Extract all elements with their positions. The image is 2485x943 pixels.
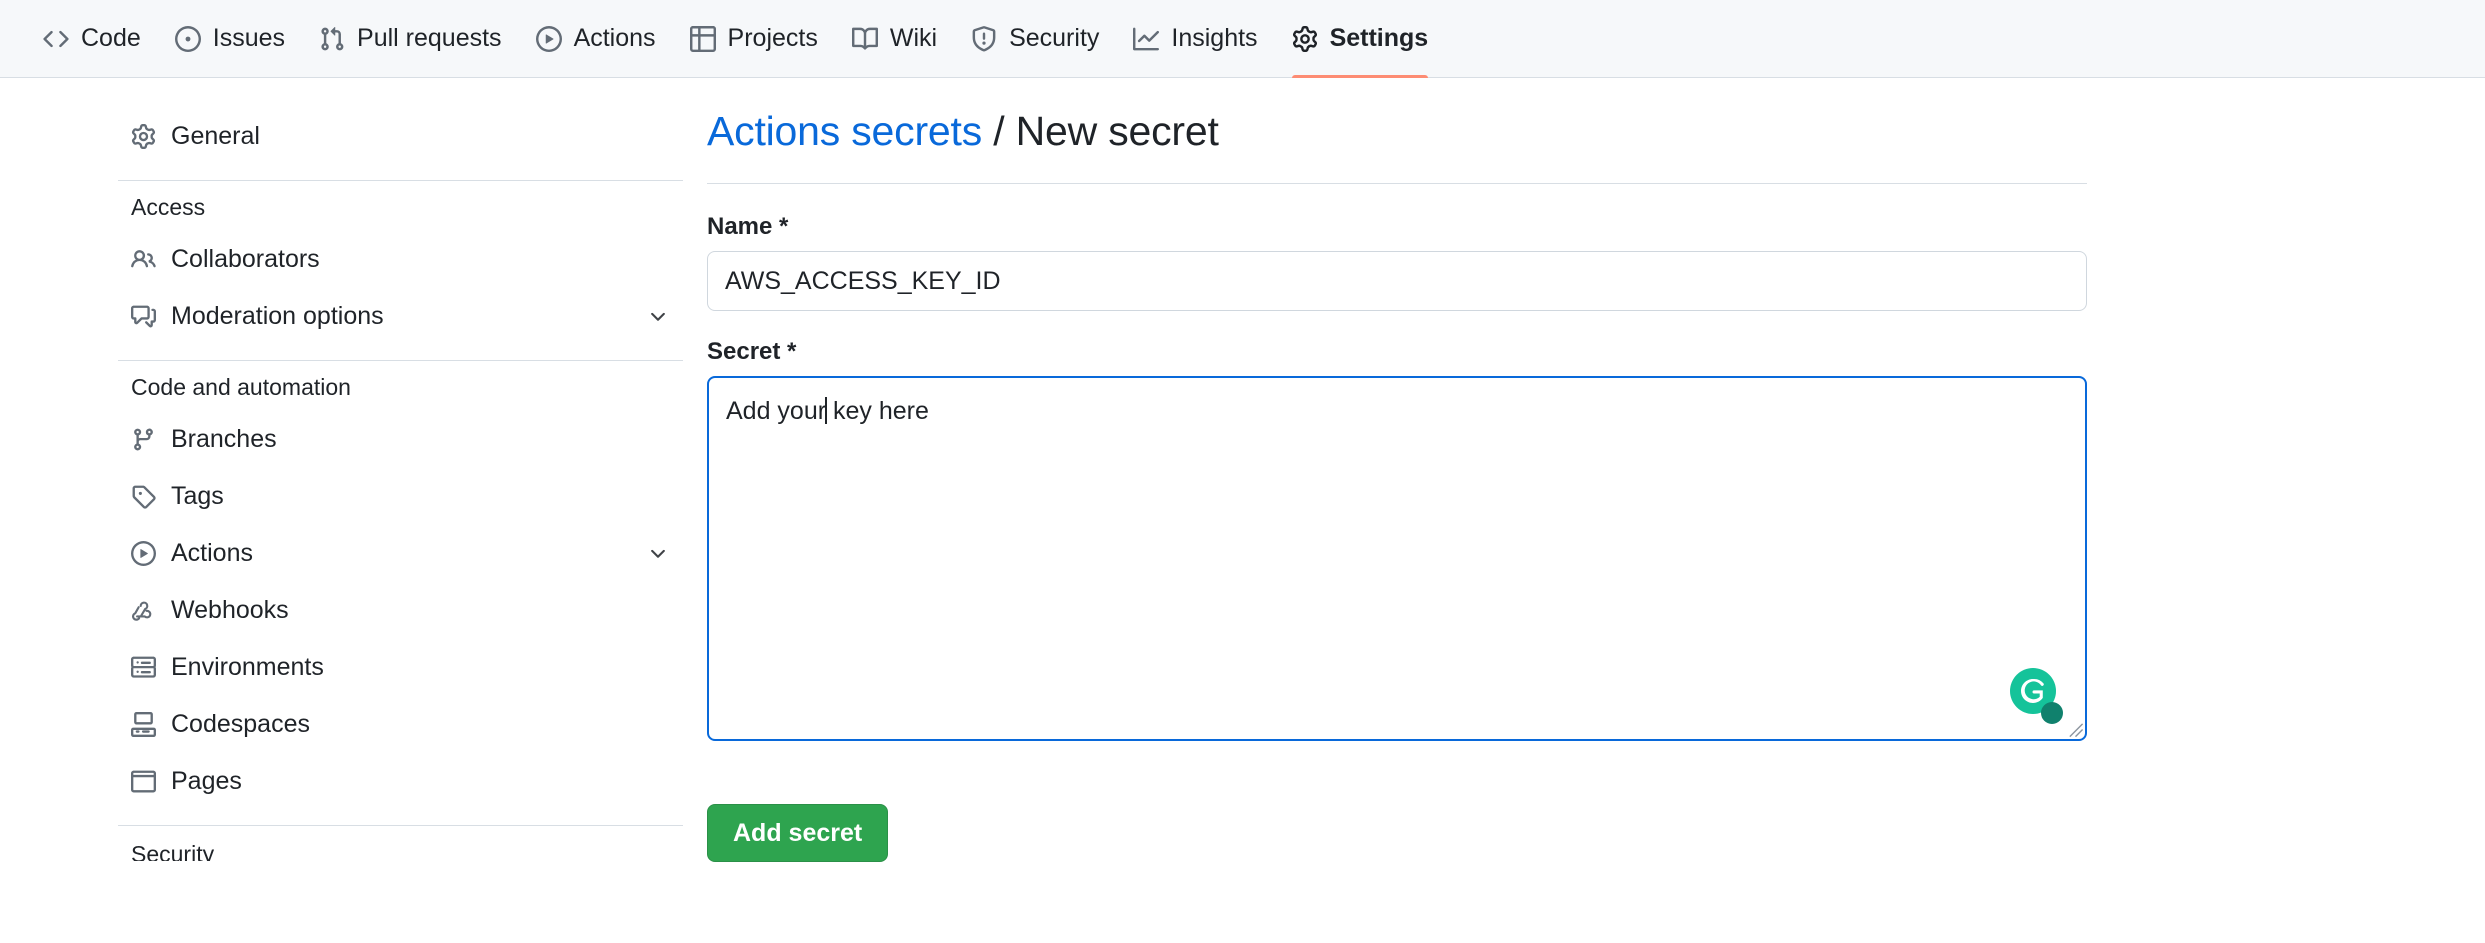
nav-tab-actions[interactable]: Actions	[519, 0, 673, 78]
chevron-down-icon[interactable]	[647, 306, 669, 328]
sidebar-divider-3	[118, 825, 683, 826]
sidebar-divider-2	[118, 360, 683, 361]
name-field-label: Name *	[707, 215, 2063, 239]
sidebar-item-label: Moderation options	[171, 304, 632, 329]
graph-icon	[1133, 26, 1159, 52]
nav-tab-pull-requests[interactable]: Pull requests	[302, 0, 519, 78]
breadcrumb-actions-secrets-link[interactable]: Actions secrets	[707, 108, 982, 154]
sidebar-item-actions[interactable]: Actions	[118, 525, 683, 582]
nav-tab-projects[interactable]: Projects	[673, 0, 835, 78]
secret-name-input[interactable]: AWS_ACCESS_KEY_ID	[707, 251, 2087, 311]
sidebar-item-webhooks[interactable]: Webhooks	[118, 582, 683, 639]
nav-tab-label: Security	[1009, 26, 1099, 51]
grammarly-status-dot[interactable]	[2041, 702, 2063, 724]
nav-tab-label: Projects	[728, 26, 818, 51]
sidebar-item-moderation-options[interactable]: Moderation options	[118, 288, 683, 345]
sidebar-item-label: Codespaces	[171, 712, 669, 737]
code-icon	[43, 26, 69, 52]
repo-nav: Code Issues Pull requests Actions Projec…	[0, 0, 2485, 78]
heading-divider	[707, 183, 2087, 184]
sidebar-group-title-cut-off: Security	[118, 841, 683, 861]
page-title: Actions secrets / New secret	[707, 108, 2063, 155]
git-branch-icon	[131, 427, 156, 452]
secret-text-after-caret: key here	[826, 397, 929, 425]
name-field-block: Name * AWS_ACCESS_KEY_ID	[707, 215, 2063, 311]
nav-tab-wiki[interactable]: Wiki	[835, 0, 954, 78]
nav-tab-security[interactable]: Security	[954, 0, 1116, 78]
comment-discussion-icon	[131, 304, 156, 329]
textarea-resize-handle[interactable]	[2067, 721, 2084, 738]
sidebar-divider-1	[118, 180, 683, 181]
breadcrumb-separator: /	[982, 108, 1016, 154]
webhook-icon	[131, 598, 156, 623]
book-icon	[852, 26, 878, 52]
sidebar-item-label: Actions	[171, 541, 632, 566]
sidebar-item-environments[interactable]: Environments	[118, 639, 683, 696]
sidebar-item-collaborators[interactable]: Collaborators	[118, 231, 683, 288]
nav-tab-label: Wiki	[890, 26, 937, 51]
nav-tab-insights[interactable]: Insights	[1116, 0, 1274, 78]
left-gutter	[0, 108, 118, 943]
nav-tab-label: Issues	[213, 26, 285, 51]
breadcrumb-current: New secret	[1016, 108, 1219, 154]
secret-value-textarea[interactable]: Add your key here	[707, 376, 2087, 741]
chevron-down-icon[interactable]	[647, 543, 669, 565]
secret-field-label: Secret *	[707, 340, 2063, 364]
settings-sidebar: General Access Collaborators Moderation …	[118, 108, 683, 943]
sidebar-item-tags[interactable]: Tags	[118, 468, 683, 525]
secret-field-block: Secret * Add your key here	[707, 340, 2063, 741]
name-required-marker: *	[772, 213, 788, 240]
sidebar-group-title-access: Access	[118, 196, 683, 219]
browser-icon	[131, 769, 156, 794]
sidebar-item-label: Branches	[171, 427, 669, 452]
sidebar-item-label: Webhooks	[171, 598, 669, 623]
codespaces-icon	[131, 712, 156, 737]
nav-tab-label: Code	[81, 26, 141, 51]
gear-icon	[131, 124, 156, 149]
sidebar-item-label: Pages	[171, 769, 669, 794]
nav-tab-label: Settings	[1330, 26, 1429, 51]
name-label-text: Name	[707, 213, 772, 240]
play-icon	[131, 541, 156, 566]
nav-tab-issues[interactable]: Issues	[158, 0, 302, 78]
nav-tab-label: Pull requests	[357, 26, 502, 51]
shield-icon	[971, 26, 997, 52]
tag-icon	[131, 484, 156, 509]
sidebar-item-label: Tags	[171, 484, 669, 509]
page-body: General Access Collaborators Moderation …	[0, 78, 2485, 943]
server-icon	[131, 655, 156, 680]
pull-request-icon	[319, 26, 345, 52]
sidebar-group-title-code-and-automation: Code and automation	[118, 376, 683, 399]
sidebar-item-label: General	[171, 124, 669, 149]
play-icon	[536, 26, 562, 52]
add-secret-button[interactable]: Add secret	[707, 804, 888, 862]
secret-required-marker: *	[780, 338, 796, 365]
sidebar-item-codespaces[interactable]: Codespaces	[118, 696, 683, 753]
secret-label-text: Secret	[707, 338, 780, 365]
sidebar-item-branches[interactable]: Branches	[118, 411, 683, 468]
sidebar-item-label: Collaborators	[171, 247, 669, 272]
secret-name-input-value: AWS_ACCESS_KEY_ID	[725, 267, 1001, 296]
people-icon	[131, 247, 156, 272]
nav-tab-label: Actions	[574, 26, 656, 51]
gear-icon	[1292, 26, 1318, 52]
sidebar-item-label: Environments	[171, 655, 669, 680]
secret-textarea-wrapper: Add your key here	[707, 376, 2087, 741]
sidebar-item-pages[interactable]: Pages	[118, 753, 683, 810]
secret-text-before-caret: Add your	[726, 397, 826, 425]
nav-tab-code[interactable]: Code	[26, 0, 158, 78]
nav-tab-settings[interactable]: Settings	[1275, 0, 1446, 78]
table-icon	[690, 26, 716, 52]
sidebar-item-general[interactable]: General	[118, 108, 683, 165]
nav-tab-label: Insights	[1171, 26, 1257, 51]
main-content: Actions secrets / New secret Name * AWS_…	[683, 108, 2063, 943]
issue-icon	[175, 26, 201, 52]
